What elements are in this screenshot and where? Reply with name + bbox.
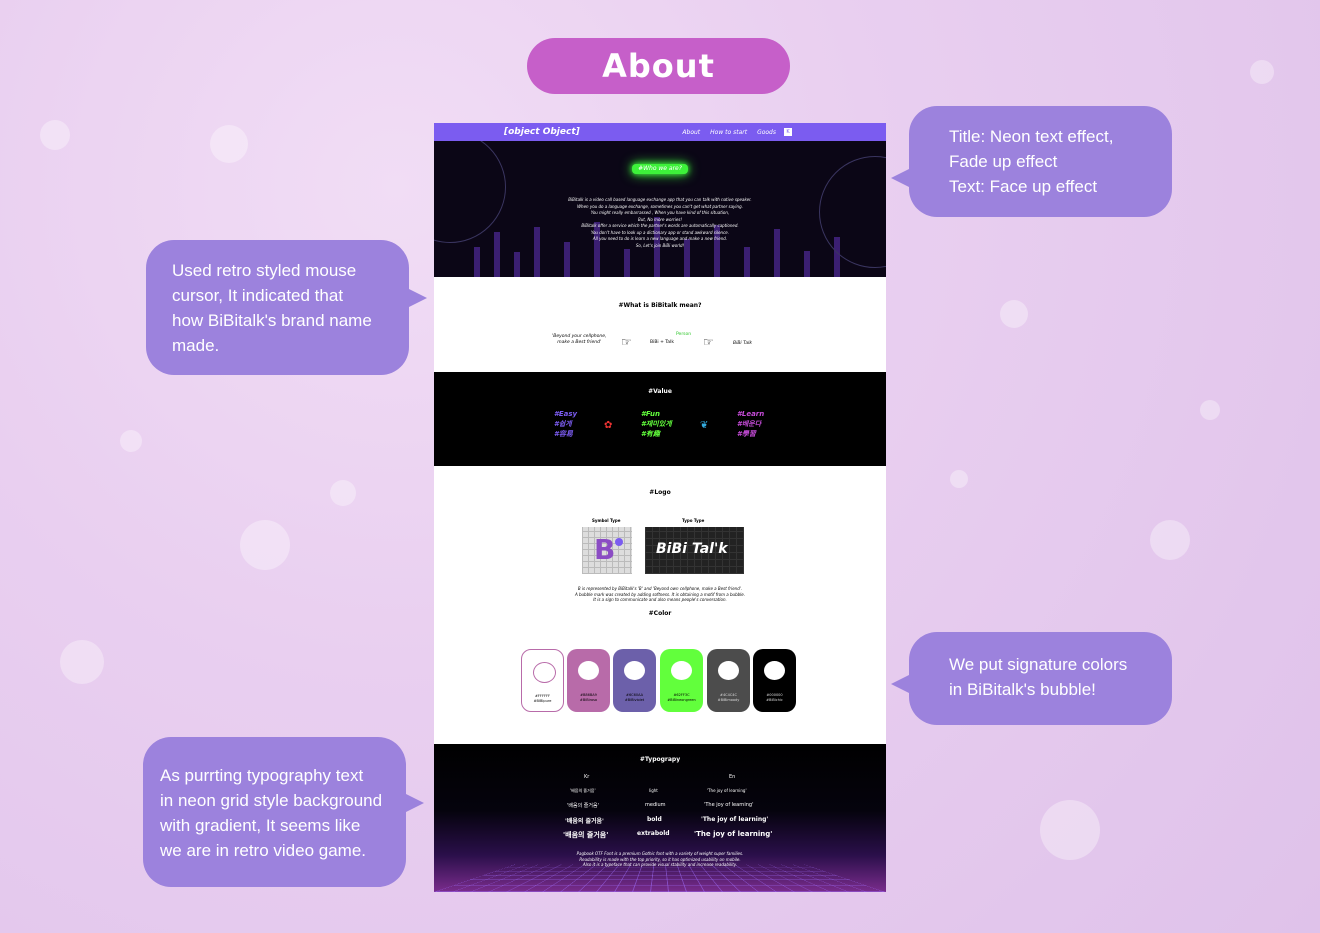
typo-type-label: Typo Type xyxy=(682,518,705,523)
bubble-icon xyxy=(624,661,645,680)
what-result: BiBi Talk xyxy=(733,341,752,346)
callout-colors-text: We put signature colors in BiBitalk's bu… xyxy=(949,655,1128,699)
what-section: #What is BiBitalk mean? 'Beyond your cel… xyxy=(434,277,886,372)
orbit-left xyxy=(434,141,506,243)
neon-grid xyxy=(434,864,886,892)
swatch-neongreen: #62FF3C #BiBineongreen xyxy=(660,649,703,712)
callout-title-effect-text: Title: Neon text effect, Fade up effect … xyxy=(949,127,1114,196)
bubble-icon xyxy=(578,661,599,680)
typo-en-medium: 'The joy of learning' xyxy=(704,802,754,808)
nav-about[interactable]: About xyxy=(682,129,700,136)
value-section: #Value #Easy #쉽게 #容易 ✿ #Fun #재미있게 #有趣 ❦ #Lea… xyxy=(434,372,886,466)
typography-section: #Typograpy Kr En '배움의 즐거움' light 'The jo… xyxy=(434,744,886,892)
what-formula: BiBi + Talk xyxy=(650,340,674,345)
cursor-icon: ☞ xyxy=(703,335,714,349)
website-preview: [object Object] About How to start Goods… xyxy=(434,123,886,892)
typo-kr-light: '배움의 즐거움' xyxy=(570,788,596,793)
swatch-rosa: #B86BA9 #BiBirosa xyxy=(567,649,610,712)
callout-title-effect: Title: Neon text effect, Fade up effect … xyxy=(891,106,1172,217)
value-easy: #Easy #쉽게 #容易 xyxy=(554,410,578,438)
swatch-violet: #6C60AA #BiBiviolet xyxy=(613,649,656,712)
hero-text: BiBitalk is a video call based language … xyxy=(568,197,752,248)
typography-title: #Typograpy xyxy=(639,756,681,763)
callout-cursor-text: Used retro styled mouse cursor, It indic… xyxy=(172,261,372,355)
typo-weight-bold: bold xyxy=(647,816,662,823)
value-title: #Value xyxy=(648,388,672,395)
typo-en-bold: 'The joy of learning' xyxy=(701,816,769,823)
orbit-right xyxy=(819,156,886,268)
hero-section: #Who we are? BiBitalk is a video call ba… xyxy=(434,141,886,277)
what-person: Person xyxy=(676,332,692,337)
pixel-butterfly-icon: ❦ xyxy=(700,420,709,431)
nav-goods[interactable]: Goods xyxy=(757,129,776,136)
language-toggle-icon[interactable]: K xyxy=(784,128,792,136)
swatch-pure: #FFFFFF #BIBIpure xyxy=(521,649,564,712)
typo-kr-medium: '배움의 즐거움' xyxy=(567,803,599,809)
callout-cursor: Used retro styled mouse cursor, It indic… xyxy=(146,240,427,375)
value-fun: #Fun #재미있게 #有趣 xyxy=(641,410,672,438)
bubble-icon xyxy=(533,662,556,683)
cursor-icon: ☞ xyxy=(621,335,632,349)
what-title: #What is BiBitalk mean? xyxy=(618,302,702,309)
typo-weight-medium: medium xyxy=(645,802,666,808)
hero-neon-title: #Who we are? xyxy=(632,164,688,174)
callout-typography-text: As purrting typography text in neon grid… xyxy=(160,766,383,860)
typo-logo: BiBi Tal'k xyxy=(645,527,744,574)
nav-how-to-start[interactable]: How to start xyxy=(710,129,747,136)
site-nav: [object Object] About How to start Goods… xyxy=(434,123,886,141)
typo-en-head: En xyxy=(729,774,736,780)
swatch-chic: #000000 #BiBichic xyxy=(753,649,796,712)
logo-description: B is represented by BiBitalk's 'B' and '… xyxy=(574,586,746,602)
page-title: About xyxy=(527,38,790,94)
color-title: #Color xyxy=(648,610,672,617)
typo-weight-extrabold: extrabold xyxy=(637,830,670,837)
callout-colors: We put signature colors in BiBitalk's bu… xyxy=(891,632,1172,725)
typography-description: Pagbook OTF Font is a premium Gothic fon… xyxy=(576,851,744,867)
typo-en-extrabold: 'The joy of learning' xyxy=(694,830,773,838)
what-quote: 'Beyond your cellphone, make a Best frie… xyxy=(552,334,607,345)
logo-title: #Logo xyxy=(649,489,671,496)
color-section: #Color #FFFFFF #BIBIpure #B86BA9 #BiBirosa… xyxy=(434,610,886,744)
typo-en-light: 'The joy of learning' xyxy=(707,788,747,793)
symbol-type-label: Symbol Type xyxy=(592,518,621,523)
typo-kr-extrabold: '배움의 즐거움' xyxy=(563,831,609,839)
callout-typography: As purrting typography text in neon grid… xyxy=(143,737,424,887)
typo-kr-head: Kr xyxy=(584,774,590,780)
typo-weight-light: light xyxy=(649,788,658,793)
swatch-moody: #4C4C4C #BiBimoody xyxy=(707,649,750,712)
bubble-icon xyxy=(671,661,692,680)
value-learn: #Learn #배운다 #學習 xyxy=(737,410,765,438)
symbol-logo: B xyxy=(582,527,632,574)
bubble-icon xyxy=(764,661,785,680)
bubble-icon xyxy=(718,661,739,680)
pixel-heart-icon: ✿ xyxy=(604,420,613,431)
logo-section: #Logo Symbol Type B Typo Type BiBi Tal'k… xyxy=(434,466,886,610)
site-logo[interactable]: [object Object] xyxy=(504,127,580,137)
typo-kr-bold: '배움의 즐거움' xyxy=(565,818,604,825)
